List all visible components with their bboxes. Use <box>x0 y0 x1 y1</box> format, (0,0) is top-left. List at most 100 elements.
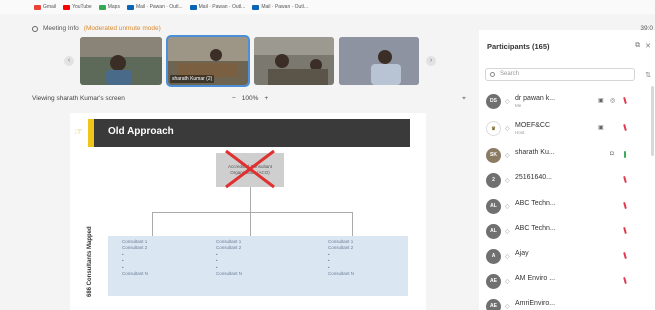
mic-off-icon[interactable] <box>623 201 627 210</box>
bookmark-mail-3[interactable]: Mail · Pawan · Outl... <box>252 4 308 10</box>
moderated-mode-label: (Moderated unmute mode) <box>83 25 161 32</box>
participant-row[interactable]: DS ◇ dr pawan k... Me ▣ ◎ <box>486 93 636 111</box>
mic-off-icon[interactable] <box>623 123 627 132</box>
avatar: AE <box>486 299 501 310</box>
role-icon: ◇ <box>505 126 510 132</box>
youtube-icon <box>63 4 71 10</box>
tile-name: sharath Kumar (2) <box>170 75 215 83</box>
strip-prev-button[interactable]: ‹ <box>64 56 74 66</box>
gmail-icon <box>34 4 41 10</box>
pin-icon[interactable]: ⌖ <box>462 95 466 103</box>
participant-name: dr pawan k... <box>515 95 556 102</box>
video-tile[interactable] <box>80 37 162 85</box>
avatar: SK <box>486 148 501 163</box>
video-icon: ◎ <box>610 98 616 104</box>
role-icon: ◇ <box>505 204 510 210</box>
consultant-column-3: Consultant 1 Consultant 2 • • • Consulta… <box>328 239 355 277</box>
chevron-left-icon: ‹ <box>67 57 71 64</box>
role-icon: ◇ <box>505 304 510 310</box>
participant-row[interactable]: SK ◇ sharath Ku... ◘ <box>486 147 636 165</box>
participant-name: AmriEnviro... <box>515 300 556 307</box>
video-tile[interactable] <box>254 37 334 85</box>
participant-row[interactable]: AL ◇ ABC Techn... <box>486 223 636 241</box>
bookmark-mail-2[interactable]: Mail · Pawan · Outl... <box>189 4 245 10</box>
mic-off-icon[interactable] <box>623 226 627 235</box>
avatar: DS <box>486 94 501 109</box>
zoom-level: 100% <box>241 95 259 102</box>
tree-connector <box>352 212 353 236</box>
participants-panel: Participants (165) ⧉ ✕ Search ⇅ DS ◇ dr … <box>479 30 655 310</box>
participant-row[interactable]: A ◇ Ajay <box>486 248 636 266</box>
role-icon: ◇ <box>505 279 510 285</box>
search-icon <box>490 72 495 77</box>
avatar: AL <box>486 224 501 239</box>
participant-tag: Host <box>515 130 525 135</box>
video-feed <box>339 37 419 85</box>
participant-row[interactable]: AE ◇ AM Enviro ... <box>486 273 636 291</box>
consultants-mapped-label: 686 Consultants Mapped <box>87 226 93 297</box>
red-cross-icon <box>225 149 275 189</box>
role-icon: ◇ <box>505 99 510 105</box>
mail-icon <box>189 4 197 10</box>
chevron-right-icon: › <box>429 57 433 64</box>
participant-name: sharath Ku... <box>515 149 555 156</box>
screen-share-icon: ▣ <box>598 98 604 104</box>
strip-next-button[interactable]: › <box>426 56 436 66</box>
participant-row[interactable]: AE ◇ AmriEnviro... <box>486 298 636 310</box>
role-icon: ◇ <box>505 153 510 159</box>
video-feed <box>80 37 162 85</box>
bookmark-mail-1[interactable]: Mail · Pawan · Outl... <box>126 4 183 10</box>
bookmark-maps[interactable]: Maps <box>98 4 120 10</box>
meeting-window: Gmail YouTube Maps Mail · Pawan · Outl..… <box>0 0 655 310</box>
mic-off-icon[interactable] <box>623 276 627 285</box>
bookmarks-bar: Gmail YouTube Maps Mail · Pawan · Outl..… <box>0 0 655 14</box>
mic-off-icon[interactable] <box>623 96 627 105</box>
participant-name: 25161640... <box>515 174 552 181</box>
tree-connector <box>152 212 153 236</box>
mail-icon <box>252 4 260 10</box>
bookmark-youtube[interactable]: YouTube <box>63 4 92 10</box>
viewing-label: Viewing sharath Kumar's screen <box>32 95 125 102</box>
participant-row[interactable]: ♛ ◇ MOEF&CC Host ▣ <box>486 120 636 138</box>
participant-tag: Me <box>515 103 522 108</box>
participant-row[interactable]: 2 ◇ 25161640... <box>486 172 636 190</box>
zoom-in-button[interactable]: + <box>264 95 268 102</box>
mic-off-icon[interactable] <box>623 251 627 260</box>
tree-connector <box>250 187 251 212</box>
shared-screen: ☞ Old Approach Accredited Consultant Org… <box>70 113 426 310</box>
consultants-panel: Consultant 1 Consultant 2 • • • Consulta… <box>108 236 408 296</box>
close-icon[interactable]: ✕ <box>645 42 651 50</box>
consultant-column-2: Consultant 1 Consultant 2 • • • Consulta… <box>216 239 243 277</box>
video-tile[interactable] <box>339 37 419 85</box>
role-icon: ◇ <box>505 178 510 184</box>
meeting-info-button[interactable]: Meeting Info (Moderated unmute mode) <box>32 25 161 32</box>
avatar-logo: ♛ <box>486 121 501 136</box>
sort-icon[interactable]: ⇅ <box>645 71 651 79</box>
slide-title-accent <box>88 119 94 147</box>
tree-connector <box>152 212 352 213</box>
role-icon: ◇ <box>505 254 510 260</box>
maps-icon <box>98 4 106 10</box>
mic-on-icon[interactable] <box>624 151 626 158</box>
participant-name: ABC Techn... <box>515 200 556 207</box>
video-feed <box>254 37 334 85</box>
participants-scrollbar[interactable] <box>651 86 654 156</box>
slide-title: Old Approach <box>108 126 174 137</box>
screen-share-icon: ▣ <box>598 125 604 131</box>
participant-name: ABC Techn... <box>515 225 556 232</box>
bookmark-gmail[interactable]: Gmail <box>34 4 56 10</box>
participant-name: AM Enviro ... <box>515 275 556 282</box>
zoom-out-button[interactable]: − <box>232 95 236 102</box>
avatar: AL <box>486 199 501 214</box>
mic-off-icon[interactable] <box>623 175 627 184</box>
participants-title: Participants (165) <box>487 42 550 51</box>
participant-row[interactable]: AL ◇ ABC Techn... <box>486 198 636 216</box>
avatar: 2 <box>486 173 501 188</box>
video-tile-active[interactable]: sharath Kumar (2) <box>166 35 250 87</box>
meeting-info-label: Meeting Info <box>43 25 79 32</box>
tree-connector <box>250 212 251 236</box>
participant-search-input[interactable]: Search <box>485 68 635 81</box>
info-icon <box>32 25 38 32</box>
pointing-hand-icon: ☞ <box>74 127 83 138</box>
popout-icon[interactable]: ⧉ <box>635 42 640 50</box>
